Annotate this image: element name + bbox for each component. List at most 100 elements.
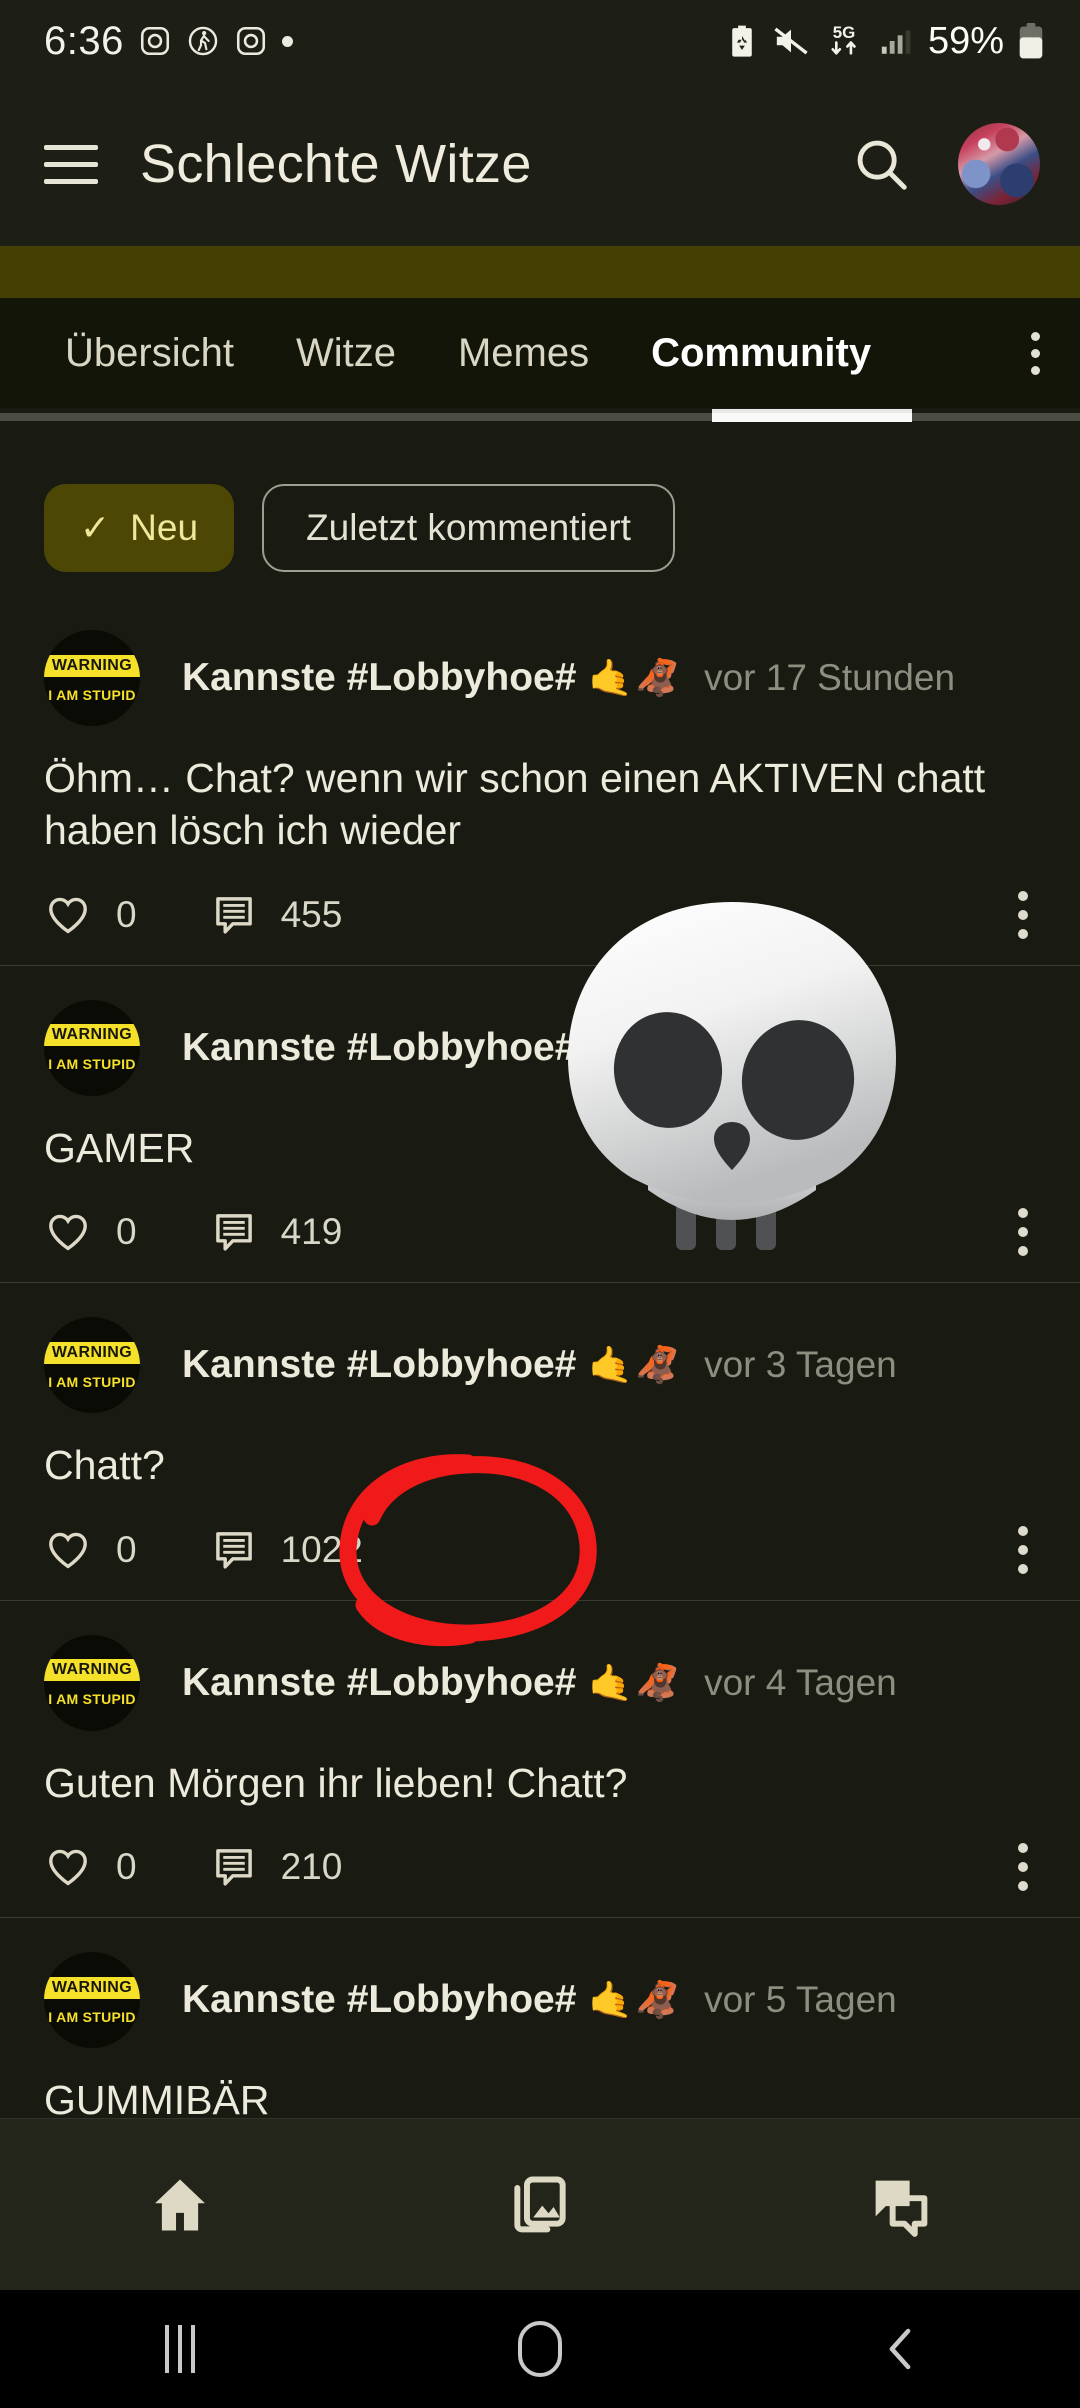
tab-scroll-track — [0, 413, 1080, 421]
post-username[interactable]: Kannste #Lobbyhoe# — [182, 1978, 576, 2022]
post-overflow-menu-icon[interactable] — [1006, 879, 1040, 951]
post-username-emoji: 🤙🦧 — [588, 1661, 683, 1703]
instagram-icon — [236, 26, 265, 56]
like-action[interactable]: 0 — [44, 1208, 137, 1256]
mute-icon — [774, 27, 808, 55]
comment-count: 455 — [280, 893, 343, 935]
post-action-row: 0 455 — [44, 890, 1040, 939]
avatar[interactable]: WARNING I AM STUPID — [44, 999, 140, 1096]
post-username[interactable]: Kannste #Lobbyhoe# — [182, 656, 576, 700]
system-nav-back[interactable] — [720, 2322, 1080, 2376]
post-meta: Kannste #Lobbyhoe# 🤙🦧 vor 17 Stunden — [182, 656, 1040, 700]
post-username[interactable]: Kannste #Lobbyhoe# — [182, 1343, 576, 1387]
avatar-warning-label: WARNING — [44, 1341, 140, 1364]
like-action[interactable]: 0 — [44, 891, 137, 939]
bottom-nav-home[interactable] — [0, 2171, 360, 2239]
like-count: 0 — [116, 1846, 137, 1888]
system-navigation-bar — [0, 2290, 1080, 2408]
post-username-emoji: 🤙🦧 — [588, 1026, 683, 1068]
comment-icon — [215, 1214, 252, 1251]
comment-count: 419 — [280, 1211, 343, 1253]
tab-uebersicht[interactable]: Übersicht — [34, 331, 265, 376]
forum-icon — [875, 2180, 928, 2237]
post-body: Guten Mörgen ihr lieben! Chatt? — [44, 1759, 628, 1806]
avatar-warning-label: WARNING — [44, 1976, 140, 1999]
bottom-navigation-bar — [0, 2118, 1080, 2290]
search-icon[interactable] — [850, 133, 912, 195]
svg-text:5G: 5G — [833, 23, 856, 42]
home-icon — [155, 2179, 205, 2230]
post-content: Kannste #Lobbyhoe# 🤙🦧 vor 3 Tagen — [182, 1343, 1040, 1387]
comment-action[interactable]: 210 — [211, 1844, 342, 1890]
like-action[interactable]: 0 — [44, 1526, 137, 1574]
post-meta: Kannste #Lobbyhoe# 🤙🦧 vor 4 Tagen — [182, 1661, 1040, 1705]
post-overflow-menu-icon[interactable] — [1006, 1514, 1040, 1586]
avatar-warning-label: WARNING — [44, 1659, 140, 1682]
post-meta: Kannste #Lobbyhoe# 🤙🦧 vor 5 Tagen — [182, 1978, 1040, 2022]
battery-percentage: 59% — [927, 19, 1004, 62]
avatar-stupid-label: I AM STUPID — [48, 686, 136, 703]
status-bar-clock: 6:36 — [44, 18, 124, 63]
comment-action[interactable]: 419 — [211, 1209, 343, 1255]
system-nav-home[interactable] — [360, 2321, 720, 2377]
post-username[interactable]: Kannste #Lobbyhoe# — [182, 1661, 576, 1705]
post-meta: Kannste #Lobbyhoe# 🤙🦧 — [182, 1026, 1040, 1070]
hamburger-menu-icon[interactable] — [44, 144, 98, 184]
chip-neu-label: Neu — [130, 507, 199, 548]
post-item[interactable]: WARNING I AM STUPID Kannste #Lobbyhoe# 🤙… — [0, 1283, 1080, 1601]
post-item[interactable]: WARNING I AM STUPID Kannste #Lobbyhoe# 🤙… — [0, 966, 1080, 1284]
avatar-stupid-label: I AM STUPID — [48, 1373, 136, 1390]
post-header: WARNING I AM STUPID Kannste #Lobbyhoe# 🤙… — [44, 1317, 1040, 1414]
avatar[interactable]: WARNING I AM STUPID — [44, 1952, 140, 2049]
post-overflow-menu-icon[interactable] — [1006, 1196, 1040, 1268]
post-item[interactable]: WARNING I AM STUPID Kannste #Lobbyhoe# 🤙… — [0, 596, 1080, 966]
5g-data-icon: 5G — [831, 23, 856, 55]
chip-neu[interactable]: ✓ Neu — [44, 484, 235, 572]
post-header: WARNING I AM STUPID Kannste #Lobbyhoe# 🤙… — [44, 630, 1040, 726]
post-header: WARNING I AM STUPID Kannste #Lobbyhoe# 🤙… — [44, 1634, 1040, 1731]
filter-chip-row: ✓ Neu Zuletzt kommentiert — [0, 480, 1080, 576]
recents-icon — [165, 2325, 195, 2373]
post-timestamp: vor 17 Stunden — [704, 657, 956, 698]
more-vertical-icon[interactable] — [1021, 322, 1050, 385]
post-meta: Kannste #Lobbyhoe# 🤙🦧 vor 3 Tagen — [182, 1343, 1040, 1387]
status-bar-right: 5G 59% — [726, 20, 1044, 63]
post-content: Kannste #Lobbyhoe# 🤙🦧 vor 5 Tagen — [182, 1978, 1040, 2022]
avatar[interactable]: WARNING I AM STUPID — [44, 630, 140, 726]
avatar[interactable]: WARNING I AM STUPID — [44, 1317, 140, 1414]
comment-action[interactable]: 455 — [211, 892, 343, 938]
page-title: Schlechte Witze — [140, 134, 532, 194]
like-action[interactable]: 0 — [44, 1843, 137, 1891]
bottom-nav-forum[interactable] — [720, 2171, 1080, 2239]
comment-action[interactable]: 1022 — [211, 1527, 363, 1573]
avatar[interactable]: WARNING I AM STUPID — [44, 1634, 140, 1731]
heart-icon — [49, 1532, 87, 1569]
check-icon: ✓ — [80, 507, 111, 548]
post-timestamp: vor 4 Tagen — [704, 1661, 897, 1703]
post-username[interactable]: Kannste #Lobbyhoe# — [182, 1026, 576, 1070]
post-content: Kannste #Lobbyhoe# 🤙🦧 — [182, 1026, 1040, 1070]
app-bar-actions — [850, 123, 1040, 205]
post-action-row: 0 210 — [44, 1843, 1040, 1892]
post-body: Öhm… Chat? wenn wir schon einen AKTIVEN … — [44, 755, 986, 854]
status-bar-left: 6:36 — [44, 19, 293, 64]
post-overflow-menu-icon[interactable] — [1006, 1831, 1040, 1903]
like-count: 0 — [116, 1211, 137, 1253]
post-username-emoji: 🤙🦧 — [588, 1344, 683, 1386]
tab-witze[interactable]: Witze — [265, 331, 427, 376]
system-nav-recents[interactable] — [0, 2325, 360, 2373]
avatar[interactable] — [958, 123, 1040, 205]
avatar-stupid-label: I AM STUPID — [48, 2008, 136, 2025]
post-feed: WARNING I AM STUPID Kannste #Lobbyhoe# 🤙… — [0, 596, 1080, 2154]
chip-zuletzt-label: Zuletzt kommentiert — [306, 507, 631, 548]
gallery-icon — [514, 2176, 566, 2232]
chip-zuletzt-kommentiert[interactable]: Zuletzt kommentiert — [262, 484, 675, 572]
post-header: WARNING I AM STUPID Kannste #Lobbyhoe# 🤙… — [44, 1952, 1040, 2049]
post-username-emoji: 🤙🦧 — [588, 657, 683, 698]
heart-icon — [49, 1850, 87, 1886]
bottom-nav-gallery[interactable] — [360, 2171, 720, 2239]
post-item[interactable]: WARNING I AM STUPID Kannste #Lobbyhoe# 🤙… — [0, 1601, 1080, 1919]
tab-memes[interactable]: Memes — [427, 331, 620, 376]
heart-icon — [49, 1215, 87, 1251]
tab-community[interactable]: Community — [620, 331, 902, 376]
